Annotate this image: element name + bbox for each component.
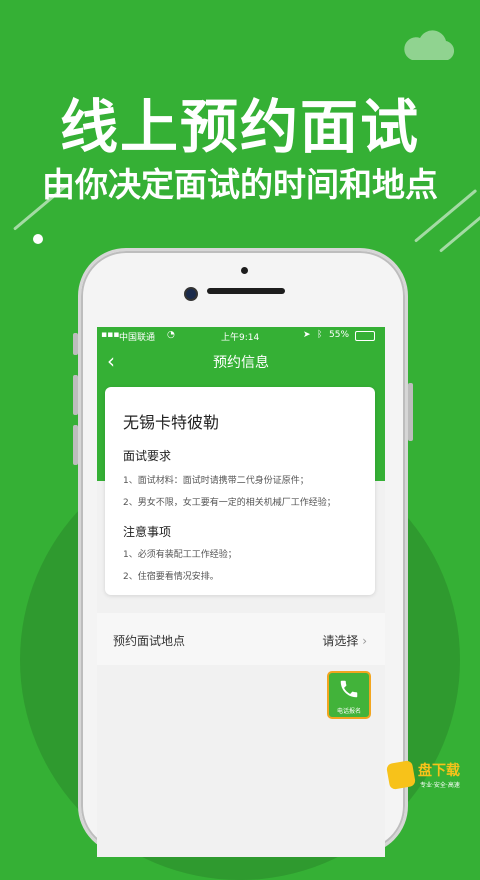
location-value[interactable]: 请选择 ›	[322, 632, 367, 649]
phone-camera	[184, 287, 198, 301]
location-label: 预约面试地点	[113, 634, 186, 648]
nav-bar: ‹ 预约信息	[97, 345, 385, 377]
bluetooth-icon: ᛒ	[317, 330, 323, 340]
info-card: 无锡卡特彼勒 面试要求 1、面试材料：面试时请携带二代身份证原件； 2、男女不限…	[105, 387, 375, 595]
phone-side-button	[408, 383, 413, 441]
brand-watermark: 盘下载 专业·安全·高速	[385, 759, 468, 794]
location-icon: ➤	[303, 330, 311, 340]
battery-icon	[355, 331, 375, 341]
brand-logo-icon	[385, 759, 417, 791]
wifi-icon: ◔	[167, 330, 175, 340]
phone-side-button	[73, 333, 78, 355]
cloud-icon	[404, 30, 455, 60]
headline-title: 线上预约面试	[59, 93, 420, 161]
chevron-right-icon: ›	[362, 634, 367, 648]
requirement-item: 1、面试材料：面试时请携带二代身份证原件；	[123, 476, 309, 486]
note-item: 1、必须有装配工工作经验；	[123, 550, 237, 560]
requirement-item: 2、男女不限，女工要有一定的相关机械厂工作经验；	[123, 498, 336, 508]
notes-title: 注意事项	[123, 525, 172, 539]
call-signup-button[interactable]: 电话报名	[327, 671, 371, 719]
carrier-text: 中国联通	[119, 333, 156, 343]
phone-side-button	[73, 375, 78, 415]
phone-icon	[340, 680, 358, 698]
status-bar: ▪▪▪ 中国联通 ◔ 上午9:14 ➤ ᛒ 55%	[97, 327, 385, 345]
brand-name: 盘下载	[418, 763, 460, 779]
location-value-text: 请选择	[322, 634, 359, 648]
status-time: 上午9:14	[221, 333, 260, 343]
note-item: 2、住宿要看情况安排。	[123, 572, 219, 582]
call-signup-label: 电话报名	[336, 708, 361, 715]
phone-frame: ▪▪▪ 中国联通 ◔ 上午9:14 ➤ ᛒ 55% ‹ 预约信息 无锡卡特彼勒 …	[73, 248, 413, 857]
headline-subtitle: 由你决定面试的时间和地点	[42, 165, 438, 204]
company-name: 无锡卡特彼勒	[123, 413, 220, 432]
phone-screen: ▪▪▪ 中国联通 ◔ 上午9:14 ➤ ᛒ 55% ‹ 预约信息 无锡卡特彼勒 …	[97, 327, 385, 857]
decor-dot	[33, 234, 43, 244]
phone-side-button	[73, 425, 78, 465]
brand-slogan: 专业·安全·高速	[420, 782, 460, 789]
phone-sensor	[241, 267, 248, 274]
requirements-title: 面试要求	[123, 449, 172, 463]
location-select-row[interactable]: 预约面试地点 请选择 ›	[97, 613, 385, 665]
signal-icon: ▪▪▪	[101, 330, 120, 340]
page-title: 预约信息	[213, 355, 269, 371]
battery-percent: 55%	[329, 330, 350, 340]
phone-speaker	[207, 288, 285, 294]
